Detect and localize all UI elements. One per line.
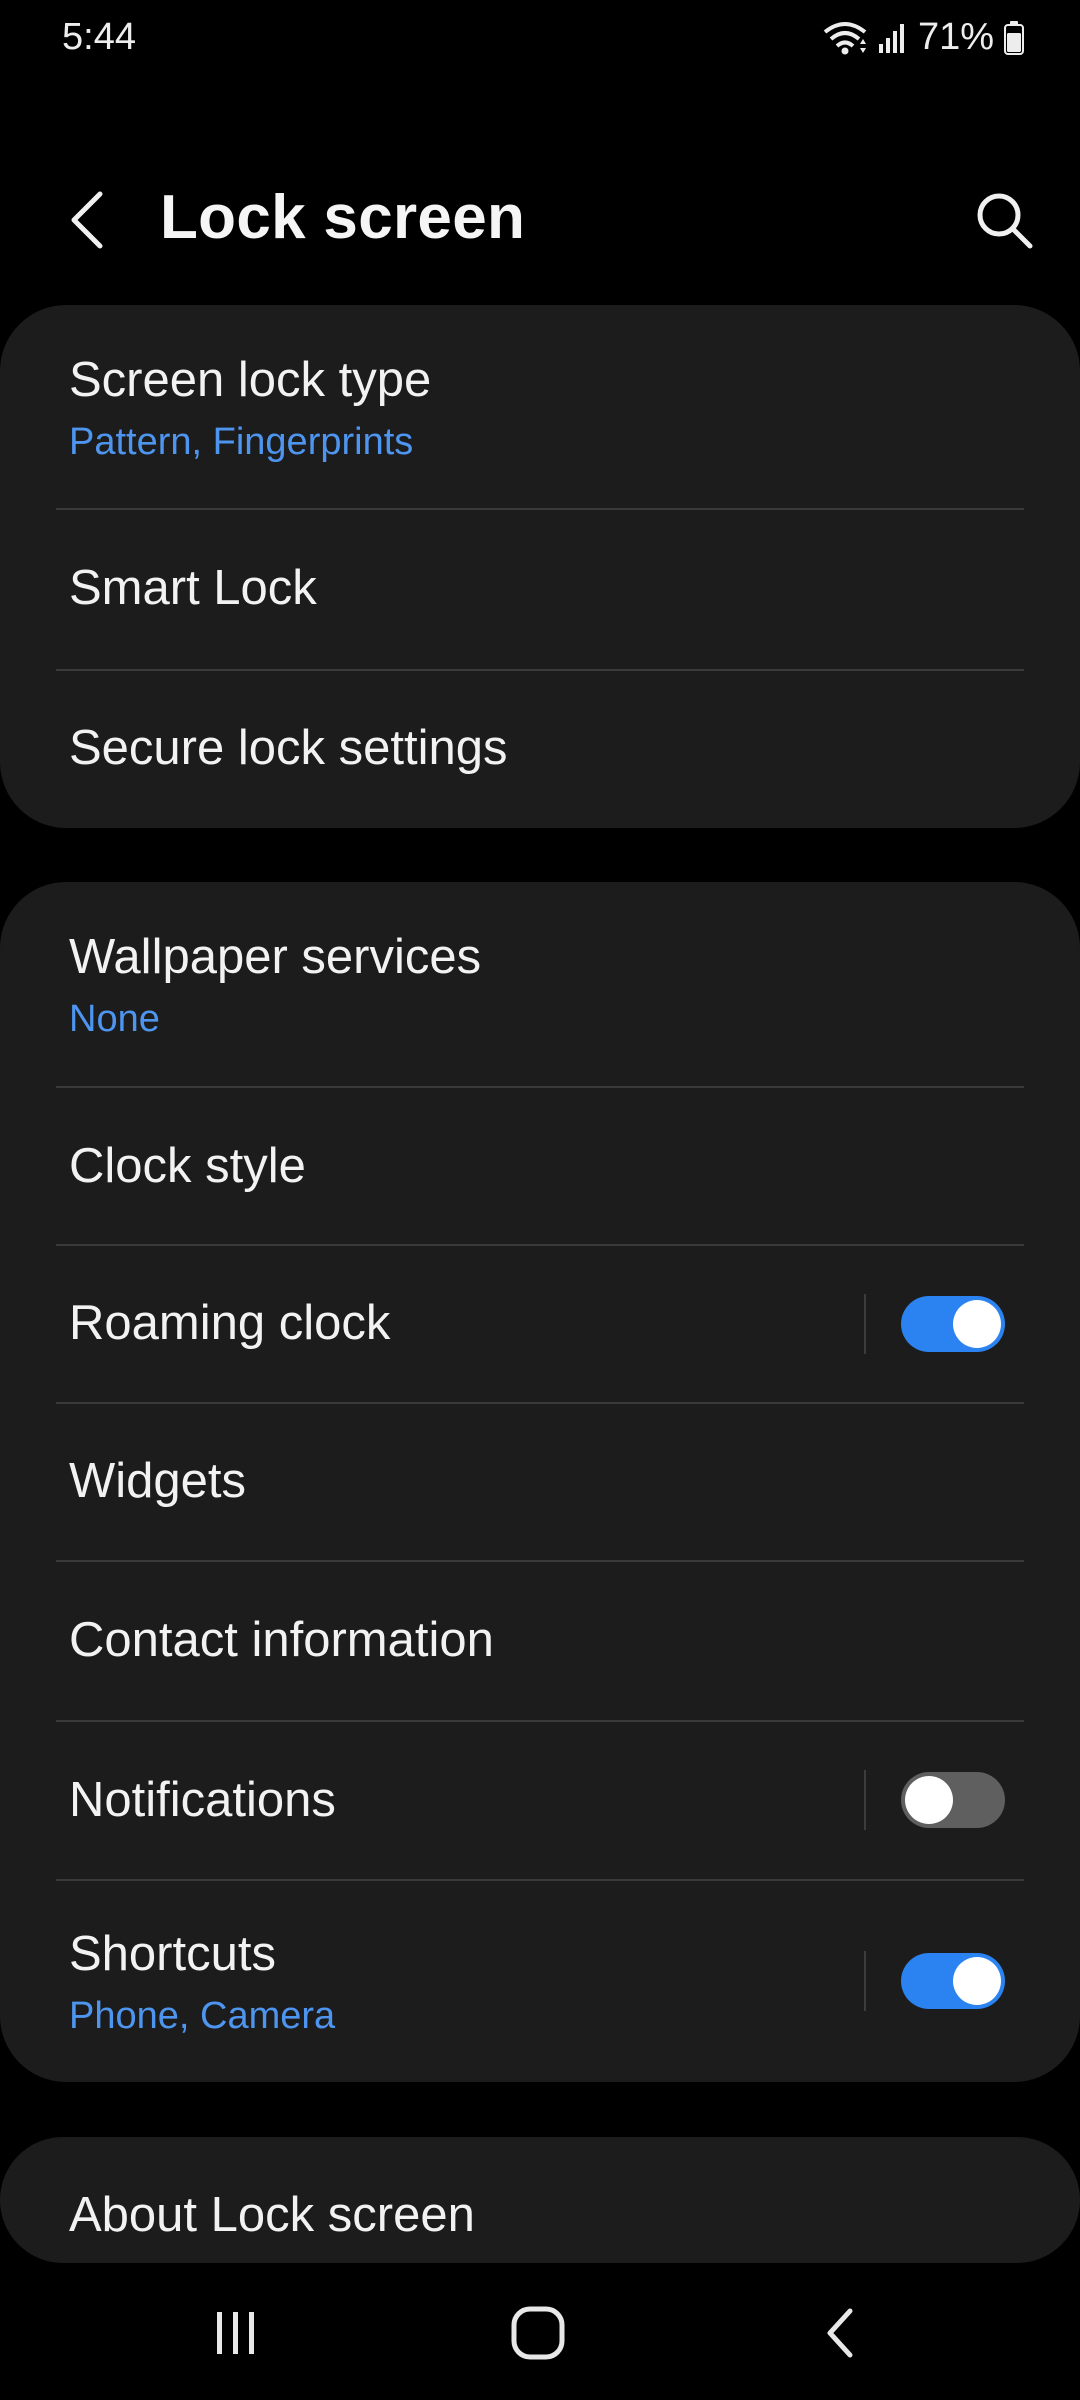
setting-title: Smart Lock — [69, 561, 317, 615]
status-icons: 71% — [822, 16, 1024, 59]
status-time: 5:44 — [62, 16, 136, 58]
setting-secure-lock-settings[interactable]: Secure lock settings — [0, 671, 1080, 828]
setting-title: Clock style — [69, 1139, 306, 1193]
search-button[interactable] — [970, 186, 1040, 256]
notifications-toggle[interactable] — [901, 1772, 1005, 1828]
setting-subtitle: None — [69, 998, 160, 1040]
setting-title: About Lock screen — [69, 2188, 475, 2242]
search-icon — [970, 193, 1040, 260]
setting-shortcuts[interactable]: Shortcuts Phone, Camera — [0, 1881, 1080, 2082]
setting-contact-information[interactable]: Contact information — [0, 1562, 1080, 1720]
setting-smart-lock[interactable]: Smart Lock — [0, 510, 1080, 667]
shortcuts-toggle[interactable] — [901, 1953, 1005, 2009]
back-button[interactable] — [62, 188, 118, 252]
battery-percent: 71% — [917, 16, 994, 58]
setting-subtitle: Phone, Camera — [69, 1995, 336, 2037]
setting-title: Widgets — [69, 1454, 247, 1508]
setting-subtitle: Pattern, Fingerprints — [69, 421, 414, 463]
status-bar: 5:44 71% — [0, 0, 1080, 80]
wifi-icon — [822, 20, 868, 56]
app-header: Lock screen — [0, 160, 1080, 280]
setting-widgets[interactable]: Widgets — [0, 1404, 1080, 1560]
setting-about-lock-screen[interactable]: About Lock screen — [0, 2137, 1080, 2263]
toggle-knob — [953, 1300, 1001, 1348]
back-nav-button[interactable] — [770, 2270, 910, 2400]
roaming-clock-toggle[interactable] — [901, 1296, 1005, 1352]
setting-title: Notifications — [69, 1773, 336, 1827]
setting-title: Secure lock settings — [69, 721, 508, 775]
toggle-separator — [864, 1770, 866, 1830]
settings-card-about: About Lock screen — [0, 2137, 1080, 2263]
settings-card-security: Screen lock type Pattern, Fingerprints S… — [0, 305, 1080, 828]
recent-apps-button[interactable] — [166, 2270, 306, 2400]
setting-roaming-clock[interactable]: Roaming clock — [0, 1246, 1080, 1402]
signal-icon — [878, 22, 908, 54]
home-button[interactable] — [468, 2270, 608, 2400]
setting-notifications[interactable]: Notifications — [0, 1722, 1080, 1878]
toggle-separator — [864, 1294, 866, 1354]
page-title: Lock screen — [160, 183, 526, 252]
setting-title: Wallpaper services — [69, 930, 482, 984]
setting-title: Contact information — [69, 1613, 494, 1667]
back-icon — [820, 2305, 860, 2366]
system-nav-bar — [0, 2270, 1080, 2400]
setting-clock-style[interactable]: Clock style — [0, 1088, 1080, 1244]
toggle-knob — [905, 1776, 953, 1824]
setting-title: Shortcuts — [69, 1927, 276, 1981]
setting-screen-lock-type[interactable]: Screen lock type Pattern, Fingerprints — [0, 305, 1080, 509]
settings-card-display: Wallpaper services None Clock style Roam… — [0, 882, 1080, 2082]
recent-apps-icon — [211, 2308, 261, 2363]
toggle-knob — [953, 1957, 1001, 2005]
back-chevron-icon — [62, 191, 118, 256]
home-icon — [510, 2305, 566, 2366]
setting-wallpaper-services[interactable]: Wallpaper services None — [0, 882, 1080, 1087]
setting-title: Roaming clock — [69, 1296, 391, 1350]
toggle-separator — [864, 1951, 866, 2011]
battery-icon — [1004, 20, 1024, 55]
setting-title: Screen lock type — [69, 353, 432, 407]
